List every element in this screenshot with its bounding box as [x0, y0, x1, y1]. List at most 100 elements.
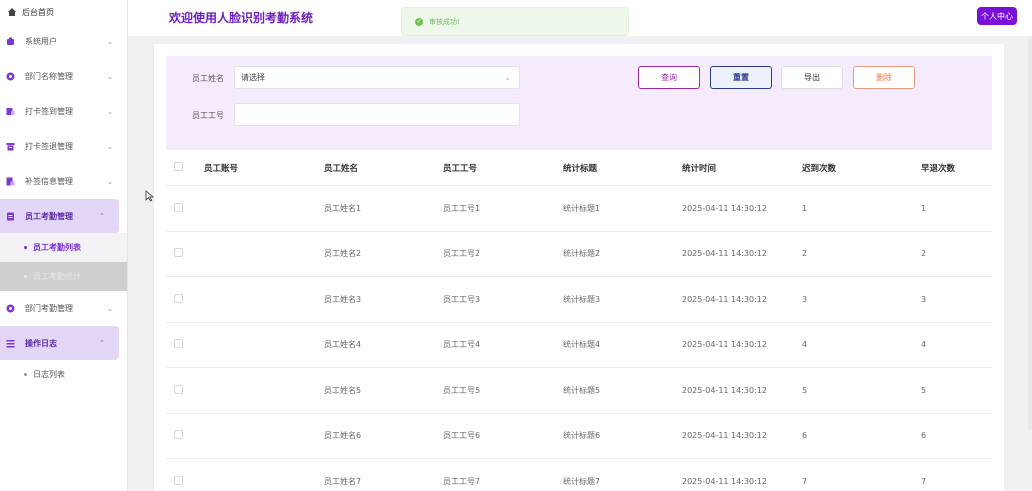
table-header-row: 员工账号 员工姓名 员工工号 统计标题 统计时间 迟到次数 早退次数: [166, 150, 992, 186]
select-all-checkbox[interactable]: [174, 161, 183, 171]
table-row[interactable]: 员工姓名3 员工工号3 统计标题3 2025-04-11 14:30:12 3 3: [166, 277, 992, 323]
table-cell: 员工工号4: [443, 340, 481, 350]
row-checkbox[interactable]: [174, 202, 183, 212]
sidebar-item-checkout[interactable]: 打卡签退管理 ⌄: [0, 129, 127, 164]
check-circle-icon: ✓: [415, 17, 423, 26]
table-cell: 2025-04-11 14:30:12: [682, 340, 767, 350]
table-cell: 统计标题4: [563, 340, 601, 350]
sidebar-item-operation-log[interactable]: 操作日志 ⌃: [0, 326, 119, 360]
column-header[interactable]: 早退次数: [921, 162, 992, 174]
column-header[interactable]: 统计时间: [682, 162, 802, 174]
chevron-down-icon: ⌄: [107, 107, 113, 116]
table-cell: 6: [802, 431, 808, 441]
sidebar-item-employee-attendance[interactable]: 员工考勤管理 ⌃: [0, 199, 119, 233]
table-cell: 员工姓名7: [324, 476, 362, 486]
sidebar-item-label: 员工考勤管理: [25, 211, 73, 221]
table-cell: 统计标题6: [563, 431, 601, 441]
employee-id-input[interactable]: [234, 103, 520, 126]
table-cell: 统计标题2: [563, 249, 601, 259]
checkin-icon: [6, 107, 15, 116]
column-header[interactable]: 员工账号: [204, 162, 324, 174]
chevron-up-icon: ⌃: [99, 339, 105, 347]
table-cell: 2025-04-11 14:30:12: [682, 203, 767, 213]
sidebar-subitem-label: 员工考勤统计: [33, 272, 81, 281]
sidebar-item-label: 打卡签到管理: [25, 107, 73, 116]
employee-id-label: 员工工号: [192, 111, 224, 120]
row-checkbox[interactable]: [174, 248, 183, 258]
sidebar-item-departments[interactable]: 部门名称管理 ⌄: [0, 59, 127, 94]
table-row[interactable]: 员工姓名7 员工工号7 统计标题7 2025-04-11 14:30:12 7 7: [166, 459, 992, 491]
sidebar-subitem-log-list[interactable]: 日志列表: [0, 360, 127, 389]
table-cell: 统计标题3: [563, 294, 601, 304]
attendance-icon: [6, 212, 15, 221]
success-toast: ✓ 审核成功!: [401, 7, 629, 36]
sidebar-subitem-attendance-stats[interactable]: 员工考勤统计: [0, 262, 127, 291]
chevron-down-icon: ⌄: [107, 177, 113, 186]
table-cell: 统计标题1: [563, 203, 601, 213]
sidebar-item-label: 打卡签退管理: [25, 142, 73, 151]
row-checkbox-cell: [166, 475, 204, 487]
personal-center-button[interactable]: 个人中心: [977, 7, 1017, 25]
row-checkbox-cell: [166, 293, 204, 305]
main-card: 员工姓名 请选择 ⌄ 员工工号 查询 重置 导出 删除 员工账号 员工姓名 员工…: [154, 44, 1004, 491]
home-icon: [7, 7, 17, 17]
table-cell: 2025-04-11 14:30:12: [682, 476, 767, 486]
table-cell: 5: [802, 385, 808, 395]
table-row[interactable]: 员工姓名5 员工工号5 统计标题5 2025-04-11 14:30:12 5 5: [166, 368, 992, 414]
table-cell: 7: [802, 476, 808, 486]
sidebar-item-dept-attendance[interactable]: 部门考勤管理 ⌄: [0, 291, 127, 326]
table-cell: 员工姓名1: [324, 203, 362, 213]
row-checkbox[interactable]: [174, 384, 183, 394]
table-cell: 员工工号2: [443, 249, 481, 259]
sidebar-item-checkin[interactable]: 打卡签到管理 ⌄: [0, 94, 127, 129]
table-cell: 1: [802, 203, 808, 213]
column-header[interactable]: 统计标题: [563, 162, 682, 174]
row-checkbox-cell: [166, 384, 204, 396]
sidebar-home[interactable]: 后台首页: [0, 0, 127, 24]
sidebar-subitem-attendance-list[interactable]: 员工考勤列表: [0, 233, 127, 262]
sidebar-item-label: 系统用户: [25, 37, 57, 46]
table-cell: 员工姓名4: [324, 340, 362, 350]
department-icon: [6, 72, 15, 81]
attendance-table: 员工账号 员工姓名 员工工号 统计标题 统计时间 迟到次数 早退次数 员工姓名1…: [166, 150, 992, 491]
scrollbar[interactable]: [1028, 36, 1032, 431]
table-cell: 7: [921, 476, 927, 486]
user-icon: [6, 37, 15, 46]
table-cell: 2: [921, 249, 927, 259]
select-value: 请选择: [241, 73, 265, 82]
table-row[interactable]: 员工姓名1 员工工号1 统计标题1 2025-04-11 14:30:12 1 1: [166, 186, 992, 232]
toast-message: 审核成功!: [429, 17, 460, 26]
delete-button[interactable]: 删除: [853, 66, 915, 89]
table-row[interactable]: 员工姓名6 员工工号6 统计标题6 2025-04-11 14:30:12 6 6: [166, 414, 992, 459]
query-button[interactable]: 查询: [638, 66, 700, 89]
select-all-cell: [166, 161, 204, 174]
table-row[interactable]: 员工姓名2 员工工号2 统计标题2 2025-04-11 14:30:12 2 2: [166, 232, 992, 277]
sidebar-item-label: 补签信息管理: [25, 177, 73, 186]
sidebar-item-system-users[interactable]: 系统用户 ⌄: [0, 24, 127, 59]
column-header[interactable]: 员工姓名: [324, 162, 443, 174]
reset-button[interactable]: 重置: [710, 66, 772, 89]
sidebar-home-label: 后台首页: [22, 7, 54, 17]
export-button[interactable]: 导出: [781, 66, 843, 89]
table-cell: 员工姓名6: [324, 431, 362, 441]
table-cell: 5: [921, 385, 927, 395]
row-checkbox[interactable]: [174, 293, 183, 303]
table-cell: 1: [921, 203, 927, 213]
table-row[interactable]: 员工姓名4 员工工号4 统计标题4 2025-04-11 14:30:12 4 4: [166, 323, 992, 368]
row-checkbox[interactable]: [174, 339, 183, 349]
bullet-icon: [24, 275, 27, 278]
column-header[interactable]: 迟到次数: [802, 162, 921, 174]
table-cell: 员工工号3: [443, 294, 481, 304]
chevron-down-icon: ⌄: [107, 142, 113, 151]
bullet-icon: [24, 246, 27, 249]
page-title: 欢迎使用人脸识别考勤系统: [169, 11, 314, 25]
table-cell: 6: [921, 431, 927, 441]
row-checkbox[interactable]: [174, 430, 183, 440]
table-cell: 员工姓名3: [324, 294, 362, 304]
sidebar-item-supplement[interactable]: 补签信息管理 ⌄: [0, 164, 127, 199]
supplement-icon: [6, 177, 15, 186]
employee-name-select[interactable]: 请选择 ⌄: [234, 66, 520, 89]
table-cell: 2025-04-11 14:30:12: [682, 294, 767, 304]
column-header[interactable]: 员工工号: [443, 162, 563, 174]
row-checkbox[interactable]: [174, 475, 183, 485]
